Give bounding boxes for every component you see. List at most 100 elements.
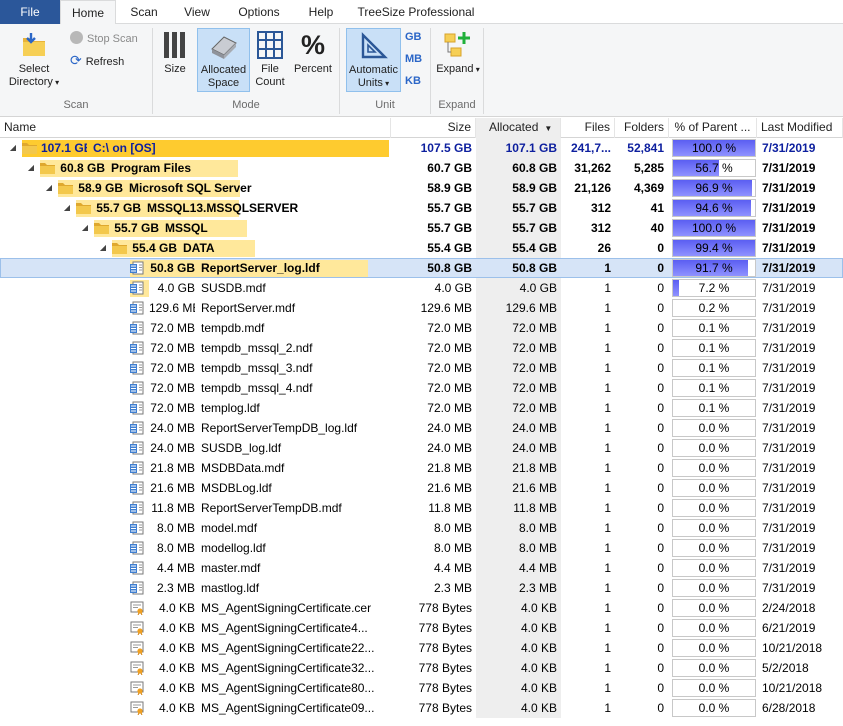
folders-cell: 0 (657, 261, 664, 275)
percent-bar: 0.1 % (672, 379, 756, 397)
tree-row-file[interactable]: 24.0 MB ReportServerTempDB_log.ldf 24.0 MB… (0, 418, 843, 438)
last-modified-cell: 10/21/2018 (762, 641, 823, 655)
size-cell: 24.0 MB (427, 421, 472, 435)
last-modified-cell: 7/31/2019 (762, 501, 816, 515)
tab-home[interactable]: Home (60, 0, 116, 25)
percent-value: 0.0 % (698, 521, 730, 535)
expand-button[interactable]: Expand ▾ (436, 30, 480, 92)
tree-row-folder[interactable]: ◢ 60.8 GB Program Files 60.7 GB 60.8 GB 31,26… (0, 158, 843, 178)
percent-button[interactable]: % Percent (291, 30, 335, 82)
collapse-arrow-icon[interactable]: ◢ (80, 218, 90, 238)
folders-cell: 0 (657, 621, 664, 635)
percent-icon: % (300, 30, 325, 60)
column-header-folders[interactable]: Folders (615, 118, 669, 138)
percent-bar: 0.0 % (672, 559, 756, 577)
column-header-percent[interactable]: % of Parent ... (669, 118, 757, 138)
unit-gb-button[interactable]: GB (405, 31, 425, 47)
size-cell: 4.0 GB (434, 281, 472, 295)
size-cell: 72.0 MB (427, 321, 472, 335)
collapse-arrow-icon[interactable]: ◢ (62, 198, 72, 218)
tree-row-file[interactable]: 50.8 GB ReportServer_log.ldf 50.8 GB 50.8 G… (0, 258, 843, 278)
tree-row-file[interactable]: 72.0 MB tempdb_mssql_2.ndf 72.0 MB 72.0 MB 1… (0, 338, 843, 358)
name-size-label: 4.0 KB (158, 601, 195, 615)
item-name: MSSQL13.MSSQLSERVER (147, 201, 299, 215)
last-modified-cell: 7/31/2019 (762, 381, 816, 395)
column-header-allocated[interactable]: Allocated ▼ (476, 118, 561, 138)
tab-treesize-professional[interactable]: TreeSize Professional (355, 0, 477, 24)
percent-bar: 0.0 % (672, 419, 756, 437)
tree-row-file[interactable]: 72.0 MB tempdb.mdf 72.0 MB 72.0 MB 1 0 0.1 % 7/… (0, 318, 843, 338)
column-header-files[interactable]: Files (561, 118, 615, 138)
tree-row-folder[interactable]: ◢ 55.4 GB DATA 55.4 GB 55.4 GB 26 0 99.4 % 7/31/… (0, 238, 843, 258)
tree-row-file[interactable]: 8.0 MB model.mdf 8.0 MB 8.0 MB 1 0 0.0 % 7/31/2… (0, 518, 843, 538)
tab-view[interactable]: View (176, 0, 218, 24)
tree-row-file[interactable]: 72.0 MB tempdb_mssql_4.ndf 72.0 MB 72.0 MB 1… (0, 378, 843, 398)
collapse-arrow-icon[interactable]: ◢ (26, 158, 36, 178)
database-file-icon (130, 261, 144, 275)
database-file-icon (130, 501, 144, 515)
tree-row-file[interactable]: 72.0 MB tempdb_mssql_3.ndf 72.0 MB 72.0 MB 1… (0, 358, 843, 378)
tree-row-file[interactable]: 4.4 MB master.mdf 4.4 MB 4.4 MB 1 0 0.0 % 7/31/… (0, 558, 843, 578)
allocated-cell: 4.0 KB (476, 618, 561, 638)
automatic-units-button[interactable]: Automatic Units ▾ (346, 28, 401, 92)
tree-row-file[interactable]: 11.8 MB ReportServerTempDB.mdf 11.8 MB 11.8… (0, 498, 843, 518)
name-size-label: 24.0 MB (150, 421, 195, 435)
tab-scan[interactable]: Scan (122, 0, 166, 24)
percent-value: 0.1 % (698, 321, 730, 335)
database-file-icon (130, 581, 144, 595)
item-name: MSSQL (165, 221, 208, 235)
name-size-label: 8.0 MB (156, 521, 195, 535)
tree-row-folder[interactable]: ◢ 55.7 GB MSSQL 55.7 GB 55.7 GB 312 40 100.0 % 7… (0, 218, 843, 238)
tree-row-file[interactable]: 24.0 MB SUSDB_log.ldf 24.0 MB 24.0 MB 1 0 0.0 … (0, 438, 843, 458)
last-modified-cell: 7/31/2019 (762, 321, 816, 335)
tree-row-file[interactable]: 4.0 KB MS_AgentSigningCertificate4... 778 … (0, 618, 843, 638)
tree-row-file[interactable]: 129.6 MB ReportServer.mdf 129.6 MB 129.6 MB… (0, 298, 843, 318)
tree-row-file[interactable]: 2.3 MB mastlog.ldf 2.3 MB 2.3 MB 1 0 0.0 % 7/31… (0, 578, 843, 598)
size-mode-button[interactable]: Size (158, 30, 192, 82)
files-cell: 1 (604, 341, 611, 355)
tree-row-file[interactable]: 4.0 KB MS_AgentSigningCertificate.cer 778 … (0, 598, 843, 618)
collapse-arrow-icon[interactable]: ◢ (8, 138, 18, 158)
automatic-units-label: Automatic Units (349, 64, 398, 89)
file-count-button[interactable]: File Count (252, 30, 288, 92)
group-label-expand: Expand (438, 99, 476, 111)
stop-scan-button[interactable]: Stop Scan (70, 30, 138, 48)
folders-cell: 0 (657, 241, 664, 255)
size-cell: 60.7 GB (427, 161, 472, 175)
size-cell: 50.8 GB (427, 261, 472, 275)
tree-row-folder[interactable]: ◢ 107.1 GB C:\ on [OS] 107.5 GB 107.1 GB 241,… (0, 138, 843, 158)
tree-row-file[interactable]: 4.0 KB MS_AgentSigningCertificate09... 778… (0, 698, 843, 718)
tree-row-folder[interactable]: ◢ 55.7 GB MSSQL13.MSSQLSERVER 55.7 GB 55.7 G… (0, 198, 843, 218)
percent-value: 0.0 % (698, 481, 730, 495)
allocated-cell: 4.0 KB (476, 678, 561, 698)
tree-row-file[interactable]: 4.0 KB MS_AgentSigningCertificate80... 778… (0, 678, 843, 698)
tree-row-folder[interactable]: ◢ 58.9 GB Microsoft SQL Server 58.9 GB 58.9 … (0, 178, 843, 198)
tree-row-file[interactable]: 4.0 GB SUSDB.mdf 4.0 GB 4.0 GB 1 0 7.2 % 7/31/2… (0, 278, 843, 298)
name-size-label: 72.0 MB (150, 321, 195, 335)
tab-help[interactable]: Help (300, 0, 342, 24)
last-modified-cell: 7/31/2019 (762, 541, 816, 555)
allocated-cell: 55.4 GB (476, 238, 561, 258)
unit-kb-button[interactable]: KB (405, 75, 425, 91)
collapse-arrow-icon[interactable]: ◢ (98, 238, 108, 258)
tree-row-file[interactable]: 8.0 MB modellog.ldf 8.0 MB 8.0 MB 1 0 0.0 % 7/3… (0, 538, 843, 558)
last-modified-cell: 7/31/2019 (762, 181, 816, 195)
tab-file[interactable]: File (0, 0, 60, 24)
size-mode-label: Size (164, 63, 186, 75)
column-header-name[interactable]: Name (0, 118, 391, 138)
tree-row-file[interactable]: 4.0 KB MS_AgentSigningCertificate32... 778… (0, 658, 843, 678)
select-directory-button[interactable]: Select Directory ▾ (4, 30, 64, 92)
folders-cell: 52,841 (627, 141, 664, 155)
tree-row-file[interactable]: 72.0 MB templog.ldf 72.0 MB 72.0 MB 1 0 0.1 % 7… (0, 398, 843, 418)
allocated-space-button[interactable]: Allocated Space (197, 28, 250, 92)
unit-mb-button[interactable]: MB (405, 53, 425, 69)
tree-row-file[interactable]: 4.0 KB MS_AgentSigningCertificate22... 778… (0, 638, 843, 658)
column-header-last-modified[interactable]: Last Modified (757, 118, 843, 138)
column-header-size[interactable]: Size (391, 118, 476, 138)
refresh-button[interactable]: ⟳ Refresh (70, 51, 124, 69)
percent-value: 91.7 % (695, 261, 733, 275)
collapse-arrow-icon[interactable]: ◢ (44, 178, 54, 198)
tree-row-file[interactable]: 21.6 MB MSDBLog.ldf 21.6 MB 21.6 MB 1 0 0.0 % 7… (0, 478, 843, 498)
tree-row-file[interactable]: 21.8 MB MSDBData.mdf 21.8 MB 21.8 MB 1 0 0.0 %… (0, 458, 843, 478)
tab-options[interactable]: Options (230, 0, 288, 24)
